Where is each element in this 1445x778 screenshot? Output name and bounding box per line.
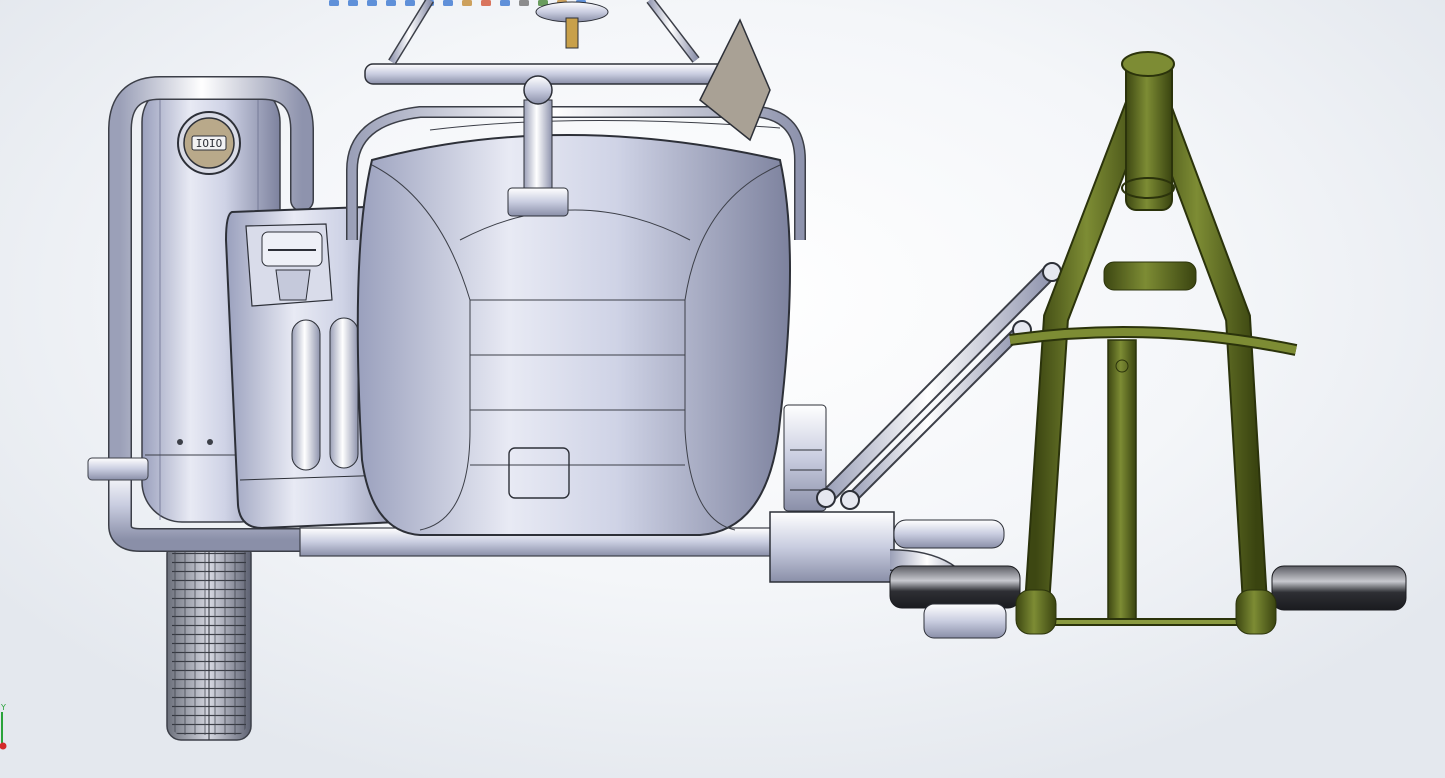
graphics-viewport[interactable]: ΙOIΟ Y	[0, 0, 1445, 778]
badge-emblem: ΙOIΟ	[177, 111, 241, 175]
sidecar-wheel[interactable]	[166, 539, 252, 741]
motorcycle-frame[interactable]	[1009, 51, 1298, 635]
sidecar-model[interactable]: ΙOIΟ	[0, 0, 1445, 778]
y-axis-label: Y	[0, 703, 6, 712]
coordinate-triad: Y	[0, 703, 7, 750]
diagonal-strut[interactable]	[816, 262, 1062, 510]
sidecar-tub[interactable]	[356, 119, 791, 536]
origin-icon	[0, 742, 7, 750]
badge-text: ΙOIΟ	[196, 137, 223, 150]
exhaust-assembly[interactable]	[769, 404, 1407, 639]
